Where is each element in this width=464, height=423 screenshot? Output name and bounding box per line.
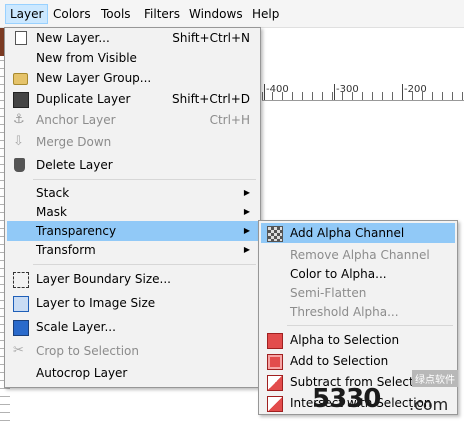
menu-item-threshold-alpha[interactable]: Threshold Alpha... <box>261 302 455 322</box>
menu-layer[interactable]: Layer <box>5 4 49 24</box>
menu-item-delete-layer[interactable]: Delete Layer <box>7 155 258 175</box>
menu-item-new-layer-group[interactable]: New Layer Group... <box>7 68 258 88</box>
new-layer-icon <box>15 31 27 45</box>
menu-separator <box>287 325 453 326</box>
menu-item-label: New from Visible <box>36 51 137 65</box>
menu-item-layer-boundary-size[interactable]: Layer Boundary Size... <box>7 269 258 289</box>
menu-item-stack[interactable]: Stack ▶ <box>7 183 258 203</box>
menu-item-label: Add to Selection <box>290 354 389 368</box>
layer-to-image-icon <box>13 296 29 312</box>
ruler-label: -400 <box>266 84 289 95</box>
layer-boundary-icon <box>13 272 29 288</box>
menu-item-label: Color to Alpha... <box>290 267 387 281</box>
crop-icon: ✂ <box>13 343 24 358</box>
submenu-arrow-icon: ▶ <box>243 188 250 197</box>
horizontal-ruler: -400 -300 -200 <box>262 82 464 101</box>
menu-separator <box>33 179 256 180</box>
menu-item-new-from-visible[interactable]: New from Visible <box>7 48 258 68</box>
scale-layer-icon <box>13 320 29 336</box>
trash-icon <box>14 158 25 172</box>
menu-item-label: Autocrop Layer <box>36 366 128 380</box>
menu-item-shortcut: Shift+Ctrl+D <box>172 92 250 106</box>
menu-item-scale-layer[interactable]: Scale Layer... <box>7 317 258 337</box>
layer-menu: New Layer... Shift+Ctrl+N New from Visib… <box>4 27 261 388</box>
alpha-to-selection-icon <box>267 333 283 349</box>
menu-item-shortcut: Shift+Ctrl+N <box>172 31 250 45</box>
menu-item-anchor-layer[interactable]: ⚓ Anchor Layer Ctrl+H <box>7 110 258 130</box>
menu-colors[interactable]: Colors <box>49 5 95 23</box>
menu-item-label: Layer Boundary Size... <box>36 272 171 286</box>
ruler-ticks <box>262 92 464 100</box>
menu-item-label: New Layer... <box>36 31 110 45</box>
submenu-arrow-icon: ▶ <box>243 226 250 235</box>
ruler-label: -300 <box>336 84 359 95</box>
duplicate-layer-icon <box>13 92 29 108</box>
submenu-arrow-icon: ▶ <box>243 245 250 254</box>
ruler-major-tick <box>402 84 403 100</box>
menu-item-transparency[interactable]: Transparency ▶ <box>7 221 258 241</box>
menu-item-label: Threshold Alpha... <box>290 305 399 319</box>
menu-item-new-layer[interactable]: New Layer... Shift+Ctrl+N <box>7 28 258 48</box>
menu-item-label: Crop to Selection <box>36 344 139 358</box>
menu-item-add-alpha-channel[interactable]: Add Alpha Channel <box>261 223 455 243</box>
ruler-major-tick <box>334 84 335 100</box>
folder-icon <box>13 73 28 85</box>
menu-item-label: Stack <box>36 186 70 200</box>
menu-tools[interactable]: Tools <box>97 5 135 23</box>
menu-item-semi-flatten[interactable]: Semi-Flatten <box>261 283 455 303</box>
menu-item-label: Semi-Flatten <box>290 286 367 300</box>
submenu-arrow-icon: ▶ <box>243 207 250 216</box>
menu-item-label: Delete Layer <box>36 158 113 172</box>
menu-item-remove-alpha-channel[interactable]: Remove Alpha Channel <box>261 245 455 265</box>
menu-item-crop-to-selection[interactable]: ✂ Crop to Selection <box>7 341 258 361</box>
menu-item-label: Transparency <box>36 224 117 238</box>
subtract-selection-icon <box>267 375 283 391</box>
menu-item-label: Duplicate Layer <box>36 92 131 106</box>
menu-filters[interactable]: Filters <box>140 5 184 23</box>
menu-item-label: Alpha to Selection <box>290 333 400 347</box>
menu-item-label: Anchor Layer <box>36 113 116 127</box>
menu-item-autocrop-layer[interactable]: Autocrop Layer <box>7 363 258 383</box>
menu-item-label: Merge Down <box>36 135 112 149</box>
alpha-channel-icon <box>267 226 283 242</box>
menu-item-label: Scale Layer... <box>36 320 116 334</box>
menu-item-mask[interactable]: Mask ▶ <box>7 202 258 222</box>
menu-item-alpha-to-selection[interactable]: Alpha to Selection <box>261 330 455 350</box>
watermark-badge: 绿点软件 <box>412 370 458 387</box>
add-to-selection-icon <box>267 354 283 370</box>
menu-item-label: Transform <box>36 243 96 257</box>
menu-item-color-to-alpha[interactable]: Color to Alpha... <box>261 264 455 284</box>
menu-separator <box>33 264 256 265</box>
menubar: Layer Colors Tools Filters Windows Help <box>0 0 464 28</box>
menu-item-label: Layer to Image Size <box>36 296 156 310</box>
menu-item-label: Mask <box>36 205 67 219</box>
menu-windows[interactable]: Windows <box>185 5 247 23</box>
menu-item-shortcut: Ctrl+H <box>209 113 250 127</box>
merge-down-icon: ⇩ <box>13 134 24 149</box>
menu-item-label: Add Alpha Channel <box>290 226 405 240</box>
menu-item-duplicate-layer[interactable]: Duplicate Layer Shift+Ctrl+D <box>7 89 258 109</box>
menu-item-merge-down[interactable]: ⇩ Merge Down <box>7 132 258 152</box>
intersect-selection-icon <box>267 396 283 412</box>
watermark-logo: 5330 <box>312 384 381 414</box>
watermark-domain: .com <box>409 395 449 414</box>
menu-item-layer-to-image-size[interactable]: Layer to Image Size <box>7 293 258 313</box>
ruler-major-tick <box>264 84 265 100</box>
menu-item-transform[interactable]: Transform ▶ <box>7 240 258 260</box>
ruler-label: -200 <box>404 84 427 95</box>
anchor-icon: ⚓ <box>13 112 25 127</box>
menu-item-label: New Layer Group... <box>36 71 152 85</box>
menu-item-label: Remove Alpha Channel <box>290 248 430 262</box>
menu-item-add-to-selection[interactable]: Add to Selection <box>261 351 455 371</box>
menu-help[interactable]: Help <box>248 5 283 23</box>
